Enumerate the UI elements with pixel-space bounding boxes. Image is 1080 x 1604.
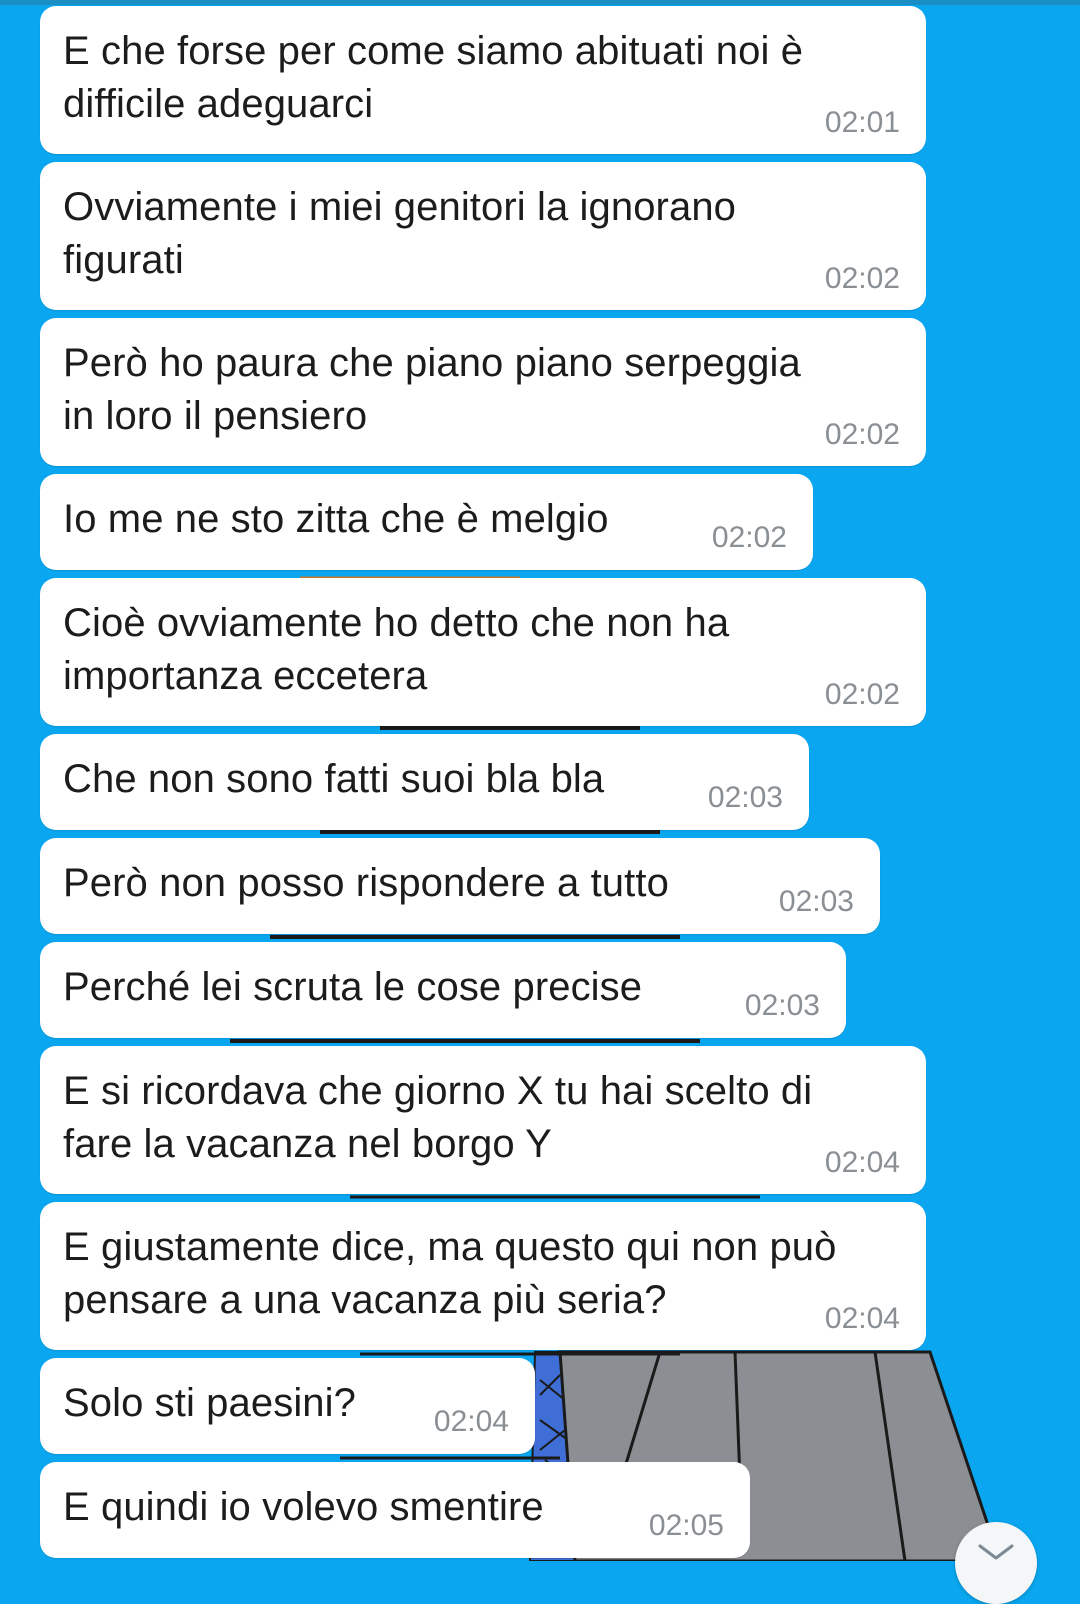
scroll-to-bottom-button[interactable] (955, 1522, 1037, 1604)
message-bubble[interactable]: Però ho paura che piano piano serpeggia … (40, 318, 926, 466)
message-text: Solo sti paesini? (63, 1381, 356, 1425)
message-timestamp: 02:04 (433, 1405, 509, 1438)
message-text: E quindi io volevo smentire (63, 1485, 544, 1529)
message-text: E si ricordava che giorno X tu hai scelt… (63, 1069, 813, 1166)
message-text: Che non sono fatti suoi bla bla (63, 757, 605, 801)
message-bubble[interactable]: Ovviamente i miei genitori la ignorano f… (40, 162, 926, 310)
message-timestamp: 02:03 (744, 989, 820, 1022)
message-text: Io me ne sto zitta che è melgio (63, 497, 609, 541)
message-text: Ovviamente i miei genitori la ignorano f… (63, 185, 737, 282)
message-timestamp: 02:03 (707, 781, 783, 814)
message-timestamp: 02:02 (711, 521, 787, 554)
message-timestamp: 02:05 (648, 1509, 724, 1542)
message-bubble[interactable]: Perché lei scruta le cose precise 02:03 (40, 942, 846, 1038)
message-timestamp: 02:04 (824, 1146, 900, 1179)
message-text: Cioè ovviamente ho detto che non ha impo… (63, 601, 730, 698)
message-timestamp: 02:02 (824, 262, 900, 295)
chevron-down-icon (978, 1544, 1014, 1560)
message-timestamp: 02:01 (824, 106, 900, 139)
message-bubble[interactable]: E giustamente dice, ma questo qui non pu… (40, 1202, 926, 1350)
message-text: Perché lei scruta le cose precise (63, 965, 643, 1009)
message-bubble[interactable]: E che forse per come siamo abituati noi … (40, 6, 926, 154)
message-bubble[interactable]: E si ricordava che giorno X tu hai scelt… (40, 1046, 926, 1194)
message-timestamp: 02:04 (824, 1302, 900, 1335)
message-text: E che forse per come siamo abituati noi … (63, 29, 804, 126)
message-text: E giustamente dice, ma questo qui non pu… (63, 1225, 837, 1322)
message-text: Però non posso rispondere a tutto (63, 861, 669, 905)
message-bubble[interactable]: Cioè ovviamente ho detto che non ha impo… (40, 578, 926, 726)
message-timestamp: 02:02 (824, 678, 900, 711)
message-text: Però ho paura che piano piano serpeggia … (63, 341, 801, 438)
message-bubble[interactable]: Però non posso rispondere a tutto 02:03 (40, 838, 880, 934)
message-timestamp: 02:02 (824, 418, 900, 451)
message-bubble[interactable]: Che non sono fatti suoi bla bla 02:03 (40, 734, 809, 830)
message-bubble[interactable]: Solo sti paesini? 02:04 (40, 1358, 535, 1454)
message-bubble[interactable]: E quindi io volevo smentire 02:05 (40, 1462, 750, 1558)
message-timestamp: 02:03 (778, 885, 854, 918)
message-bubble[interactable]: Io me ne sto zitta che è melgio 02:02 (40, 474, 813, 570)
